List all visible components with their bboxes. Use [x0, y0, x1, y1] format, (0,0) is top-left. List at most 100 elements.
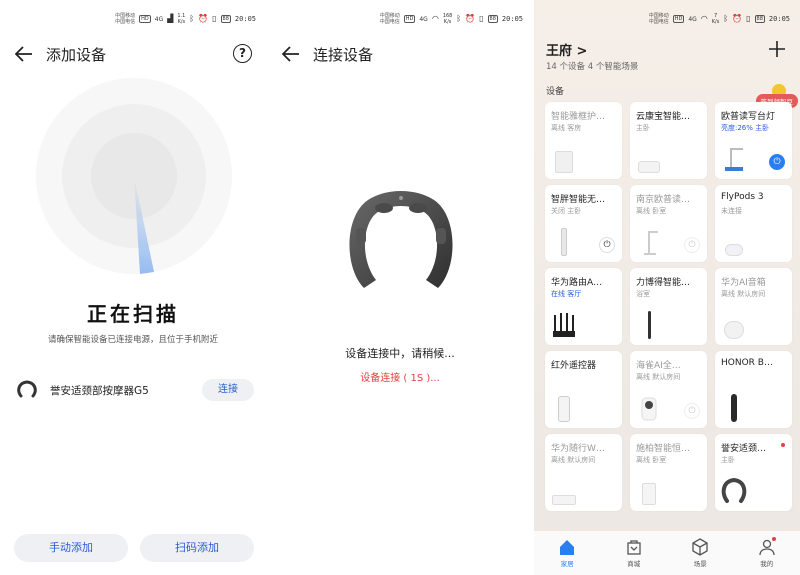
- net-speed-unit: K/s: [711, 19, 720, 25]
- device-card[interactable]: 华为路由A… 在线 客厅: [545, 268, 622, 345]
- back-arrow-icon[interactable]: [281, 44, 301, 64]
- connect-device-screen: 中国移动 中国电信 HD 4G ◠ 168 K/s ᛒ ⏰ ▯ 88 20:05 连…: [267, 0, 533, 575]
- notification-dot: [781, 443, 785, 447]
- device-name: 力博得智能…: [636, 278, 691, 288]
- alarm-icon: ⏰: [465, 14, 476, 23]
- page-title: 添加设备: [46, 45, 107, 64]
- neck-massager-icon: [17, 380, 37, 398]
- device-card[interactable]: 海雀AI全… 离线 默认房间 ⏻: [630, 351, 707, 428]
- carrier-2: 中国电信: [115, 19, 136, 25]
- hd-badge: HD: [403, 15, 416, 23]
- devices-section-label: 设备: [546, 87, 565, 97]
- signal-icon: ▟: [167, 14, 174, 23]
- tab-home[interactable]: 家居: [542, 538, 592, 568]
- net-speed-unit: K/s: [443, 19, 452, 25]
- fan-icon: [551, 226, 577, 256]
- power-icon[interactable]: ⏻: [684, 403, 700, 419]
- speaker-icon: [721, 309, 747, 339]
- help-icon[interactable]: ?: [233, 44, 252, 63]
- device-status: 在线 客厅: [551, 289, 616, 299]
- power-icon[interactable]: ⏻: [769, 154, 785, 170]
- device-card[interactable]: 力博得智能… 浴室: [630, 268, 707, 345]
- battery-level: 88: [754, 15, 765, 23]
- network-type: 4G: [419, 15, 428, 23]
- found-device-name: 誉安适颈部按摩器G5: [50, 384, 149, 397]
- tab-profile[interactable]: 我的: [742, 537, 792, 568]
- power-icon[interactable]: ⏻: [684, 237, 700, 253]
- device-name: 施柏智能恒…: [636, 444, 691, 454]
- device-card[interactable]: 南京欧普读… 离线 卧室 ⏻: [630, 185, 707, 262]
- device-status: 亮度:26% 主卧: [721, 123, 786, 133]
- device-card[interactable]: 华为AI音箱 离线 默认房间: [715, 268, 792, 345]
- chevron-right-icon: >: [576, 44, 588, 59]
- header: 添加设备 ?: [14, 42, 252, 66]
- device-card[interactable]: 智能雅框护… 离线 客房: [545, 102, 622, 179]
- back-arrow-icon[interactable]: [14, 44, 34, 64]
- battery-level: 88: [487, 15, 498, 23]
- add-icon[interactable]: [768, 40, 786, 58]
- device-status: 主卧: [721, 456, 735, 464]
- power-icon[interactable]: ⏻: [599, 237, 615, 253]
- remote-icon: [551, 392, 577, 422]
- scan-qr-add-button[interactable]: 扫码添加: [140, 534, 254, 562]
- notification-dot: [771, 537, 776, 541]
- device-name: 华为路由A…: [551, 278, 603, 288]
- manual-add-button[interactable]: 手动添加: [14, 534, 128, 562]
- device-name: 华为随行W…: [551, 444, 605, 454]
- carrier-2: 中国电信: [379, 19, 400, 25]
- wifi-icon: ◠: [700, 14, 708, 23]
- alarm-icon: ⏰: [732, 14, 743, 23]
- radar-sweep: [134, 176, 154, 274]
- bottom-tab-bar: 家居 商城 场景 我的: [534, 531, 800, 575]
- home-icon: [558, 538, 576, 556]
- device-card[interactable]: 誉安适颈… 主卧: [715, 434, 792, 511]
- status-bar: 中国移动 中国电信 HD 4G ◠ 168 K/s ᛒ ⏰ ▯ 88 20:05: [380, 12, 523, 26]
- device-card[interactable]: HONOR B…: [715, 351, 792, 428]
- device-name: 誉安适颈…: [721, 444, 767, 454]
- tab-scene[interactable]: 场景: [675, 538, 725, 568]
- device-card[interactable]: 华为随行W… 离线 默认房间: [545, 434, 622, 511]
- tab-label: 场景: [693, 560, 707, 568]
- device-card[interactable]: 云康宝智能… 主卧: [630, 102, 707, 179]
- tab-store[interactable]: 商城: [609, 538, 659, 568]
- device-card[interactable]: 施柏智能恒… 离线 卧室: [630, 434, 707, 511]
- wifi-box-icon: [551, 475, 577, 505]
- band-icon: [721, 392, 747, 422]
- kettle-icon: [636, 475, 662, 505]
- home-selector[interactable]: 王府 >: [546, 40, 786, 59]
- clock: 20:05: [234, 15, 256, 23]
- device-status: 离线 默认房间: [636, 373, 681, 381]
- scanning-heading: 正在扫描: [87, 302, 179, 326]
- device-status: 主卧: [636, 124, 650, 132]
- network-type: 4G: [688, 15, 697, 23]
- device-status-online: 亮度:26% 主卧: [721, 124, 770, 132]
- device-name: 红外遥控器: [551, 361, 597, 371]
- device-card[interactable]: FlyPods 3 未连接: [715, 185, 792, 262]
- wifi-icon: ◠: [431, 14, 439, 23]
- device-status: 离线 卧室: [636, 456, 667, 464]
- hd-badge: HD: [672, 15, 685, 23]
- vibrate-icon: ▯: [746, 14, 751, 23]
- tab-label: 商城: [627, 560, 641, 568]
- device-card[interactable]: 欧普读写台灯 亮度:26% 主卧 ⏻: [715, 102, 792, 179]
- status-bar: 中国移动 中国电信 HD 4G ◠ 7 K/s ᛒ ⏰ ▯ 88 20:05: [649, 12, 790, 26]
- battery-level: 88: [220, 15, 231, 23]
- device-name: 南京欧普读…: [636, 195, 691, 205]
- device-name: 智能雅框护…: [551, 112, 606, 122]
- carrier-2: 中国电信: [648, 19, 669, 25]
- bluetooth-icon: ᛒ: [723, 14, 729, 23]
- device-status: 未连接: [721, 207, 742, 215]
- device-card[interactable]: 红外遥控器: [545, 351, 622, 428]
- router-icon: [551, 309, 577, 339]
- device-name: HONOR B…: [721, 358, 773, 368]
- device-name: FlyPods 3: [721, 192, 764, 202]
- found-device-row[interactable]: 誉安适颈部按摩器G5 连接: [16, 376, 256, 404]
- network-type: 4G: [154, 15, 164, 23]
- device-card[interactable]: 智胖智能无… 关闭 主卧 ⏻: [545, 185, 622, 262]
- scan-radar: [36, 78, 232, 274]
- neck-massager-icon: [721, 475, 747, 505]
- device-box-icon: [551, 143, 577, 173]
- tab-label: 我的: [760, 560, 774, 568]
- connect-button[interactable]: 连接: [202, 379, 254, 401]
- camera-icon: [636, 392, 662, 422]
